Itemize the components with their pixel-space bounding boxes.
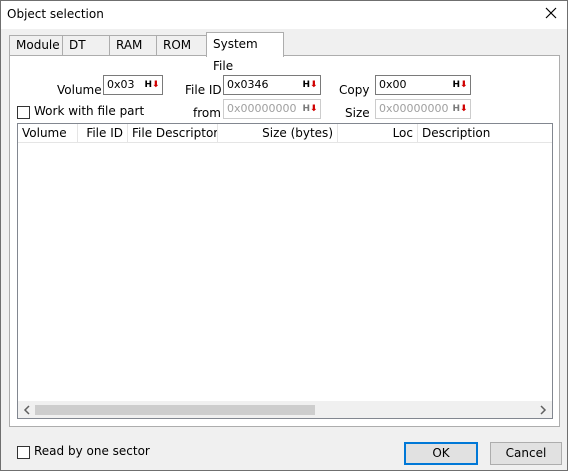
hex-toggle-icon: H⬇ [302,104,318,114]
column-file-id[interactable]: File ID [78,124,128,142]
tab-rom[interactable]: ROM [156,35,208,56]
column-volume[interactable]: Volume [18,124,78,142]
column-size-bytes[interactable]: Size (bytes) [218,124,338,142]
column-description[interactable]: Description [418,124,552,142]
from-label: from [193,106,221,120]
title-bar: Object selection [1,1,567,29]
close-icon[interactable] [543,5,559,21]
table-header-row: Volume File ID File Descriptor Size (byt… [18,124,552,143]
size-label: Size [345,106,370,120]
size-value: 0x00000000 [379,102,449,115]
file-id-value: 0x0346 [227,78,269,91]
volume-value: 0x03 [107,78,135,91]
dialog-title: Object selection [7,7,104,21]
copy-value: 0x00 [379,78,407,91]
column-file-descriptor[interactable]: File Descriptor [128,124,218,142]
hex-toggle-icon[interactable]: H⬇ [452,78,468,92]
work-with-file-part-label: Work with file part [34,104,145,118]
scroll-left-icon[interactable] [21,404,33,416]
scroll-right-icon[interactable] [537,404,549,416]
ok-button[interactable]: OK [404,442,478,465]
tab-ram[interactable]: RAM [109,35,157,56]
tab-module[interactable]: Module [9,35,63,56]
size-field: 0x00000000 H⬇ [375,99,471,119]
read-by-one-sector-checkbox[interactable] [17,446,30,459]
hex-toggle-icon[interactable]: H⬇ [144,78,160,92]
volume-field[interactable]: 0x03 H⬇ [103,75,163,95]
system-file-table[interactable]: Volume File ID File Descriptor Size (byt… [17,123,553,419]
object-selection-dialog: Object selection Module DT RAM ROM Syste… [0,0,568,471]
cancel-button[interactable]: Cancel [490,442,562,465]
volume-label: Volume [57,83,102,97]
file-id-field[interactable]: 0x0346 H⬇ [223,75,321,95]
from-field: 0x00000000 H⬇ [223,99,321,119]
hex-toggle-icon: H⬇ [452,104,468,114]
tab-system-file[interactable]: System File [206,32,284,73]
horizontal-scrollbar[interactable] [18,401,552,418]
tab-dt[interactable]: DT [62,35,110,56]
work-with-file-part-checkbox[interactable] [17,106,30,119]
column-loc[interactable]: Loc [338,124,418,142]
copy-label: Copy [339,83,370,97]
hex-toggle-icon[interactable]: H⬇ [302,78,318,92]
from-value: 0x00000000 [227,102,297,115]
read-by-one-sector-label: Read by one sector [34,444,150,458]
file-id-label: File ID [185,83,222,97]
scrollbar-thumb[interactable] [35,405,315,415]
copy-field[interactable]: 0x00 H⬇ [375,75,471,95]
